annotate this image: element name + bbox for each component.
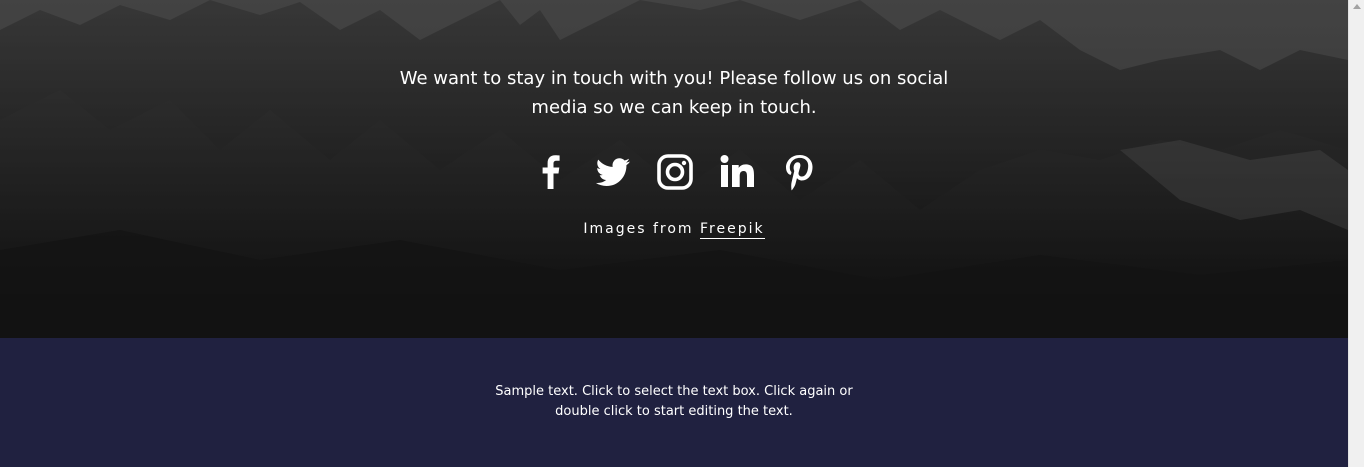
twitter-icon xyxy=(595,158,630,186)
hero-content: We want to stay in touch with you! Pleas… xyxy=(0,0,1348,338)
hero-section: We want to stay in touch with you! Pleas… xyxy=(0,0,1348,338)
instagram-link[interactable] xyxy=(654,151,696,193)
twitter-link[interactable] xyxy=(592,151,634,193)
facebook-icon xyxy=(542,155,560,189)
intro-text: We want to stay in touch with you! Pleas… xyxy=(399,68,949,118)
pinterest-icon xyxy=(786,155,813,191)
credit-prefix: Images from xyxy=(583,221,694,237)
freepik-link[interactable]: Freepik xyxy=(700,221,765,239)
footer-section: Sample text. Click to select the text bo… xyxy=(0,338,1348,467)
image-credit: Images from Freepik xyxy=(474,221,874,239)
vertical-scrollbar[interactable] xyxy=(1348,0,1364,467)
facebook-link[interactable] xyxy=(530,151,572,193)
linkedin-link[interactable] xyxy=(716,151,758,193)
social-icons-row xyxy=(530,150,820,194)
instagram-icon xyxy=(657,154,693,190)
scroll-up-arrow-icon[interactable] xyxy=(1353,4,1361,9)
footer-sample-text[interactable]: Sample text. Click to select the text bo… xyxy=(484,382,864,422)
pinterest-link[interactable] xyxy=(778,151,820,193)
linkedin-icon xyxy=(720,155,754,187)
